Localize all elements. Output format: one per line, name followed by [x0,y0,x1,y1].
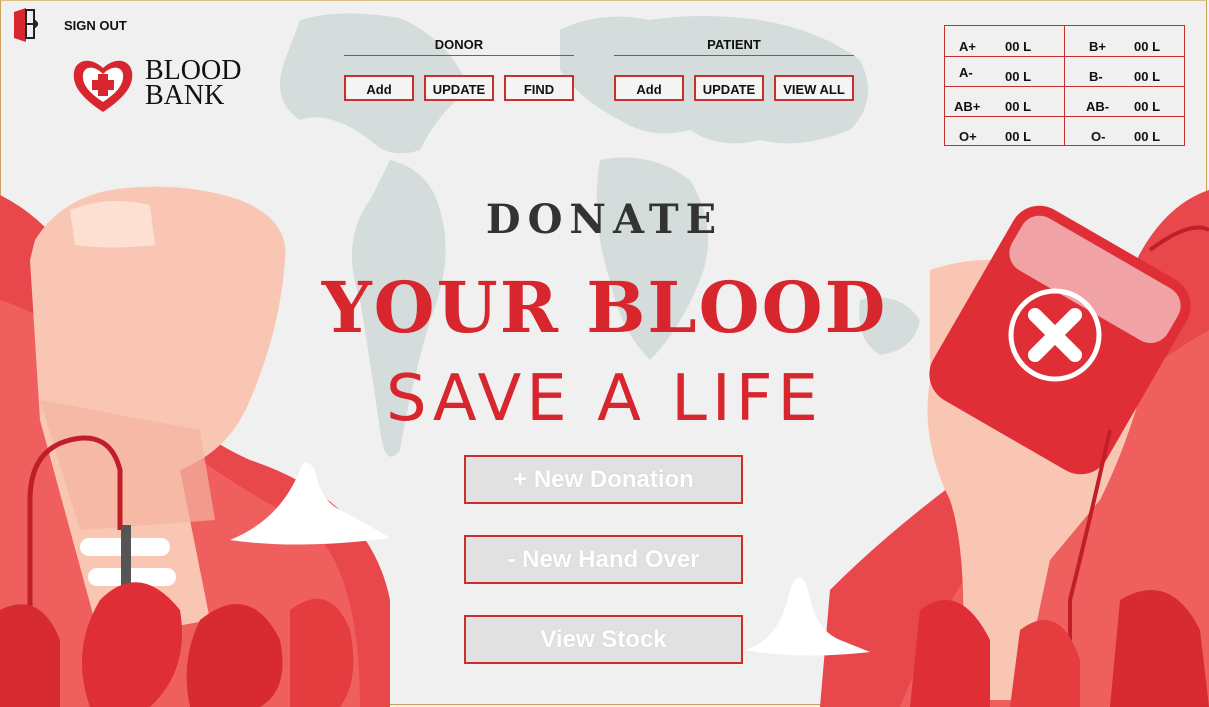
stock-group-a-neg: A- [959,65,973,80]
stock-group-ab-neg: AB- [1086,99,1110,114]
sign-out-label[interactable]: SIGN OUT [64,18,127,33]
patient-view-all-button[interactable]: VIEW ALL [774,75,854,101]
new-hand-over-button[interactable]: - New Hand Over [464,535,743,584]
hero-your-blood-heading: YOUR BLOOD [321,266,888,349]
stock-amount-b-pos: 00 L [1134,39,1161,54]
stock-group-o-neg: O- [1091,129,1106,144]
blood-stock-panel: A+ 00 L B+ 00 L A- 00 L B- 00 L AB+ 00 L… [944,25,1185,146]
brand-line-2: BANK [145,80,225,111]
patient-update-button[interactable]: UPDATE [694,75,764,101]
stock-amount-a-neg: 00 L [1005,69,1032,84]
stock-group-o-pos: O+ [959,129,977,144]
patient-divider [614,55,854,56]
stock-group-a-pos: A+ [959,39,976,54]
donor-divider [344,55,574,56]
sign-out-icon[interactable] [12,8,38,42]
donor-update-button[interactable]: UPDATE [424,75,494,101]
blood-bank-logo-icon [73,60,133,112]
stock-amount-ab-pos: 00 L [1005,99,1032,114]
patient-title: PATIENT [707,37,761,52]
donor-add-button[interactable]: Add [344,75,414,101]
view-stock-button[interactable]: View Stock [464,615,743,664]
brand-name: BLOOD BANK [145,57,241,111]
hero-donate-heading: DONATE [485,196,724,243]
stock-amount-b-neg: 00 L [1134,69,1161,84]
stock-group-b-neg: B- [1089,69,1103,84]
stock-amount-o-neg: 00 L [1134,129,1161,144]
stock-group-ab-pos: AB+ [954,99,981,114]
stock-amount-o-pos: 00 L [1005,129,1032,144]
patient-add-button[interactable]: Add [614,75,684,101]
stock-amount-a-pos: 00 L [1005,39,1032,54]
stock-amount-ab-neg: 00 L [1134,99,1161,114]
stock-group-b-pos: B+ [1089,39,1106,54]
donor-find-button[interactable]: FIND [504,75,574,101]
donor-title: DONOR [434,37,484,52]
new-donation-button[interactable]: + New Donation [464,455,743,504]
hero-save-a-life-heading: SAVE A LIFE [386,362,823,436]
